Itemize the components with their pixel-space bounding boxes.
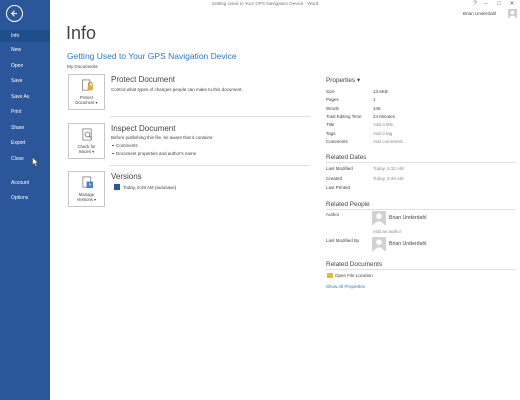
divider xyxy=(326,162,516,163)
lock-icon xyxy=(82,79,93,91)
version-entry[interactable]: Today, 9:49 AM (autosave) xyxy=(114,184,176,190)
folder-icon xyxy=(327,273,333,278)
back-button[interactable] xyxy=(6,5,23,22)
prop-value-size: 13.6KB xyxy=(373,89,388,94)
person-icon xyxy=(508,10,517,18)
close-window-button[interactable]: ✕ xyxy=(507,0,517,8)
prop-label-editing-time: Total Editing Time xyxy=(326,114,362,119)
properties-dropdown[interactable]: Properties ▾ xyxy=(326,76,360,84)
page-title: Info xyxy=(66,23,97,43)
prop-label-tags: Tags xyxy=(326,131,336,136)
inspect-document-heading: Inspect Document xyxy=(111,124,176,133)
maximize-button[interactable]: □ xyxy=(494,0,504,8)
prop-label-words: Words xyxy=(326,106,339,111)
nav-item-account[interactable]: Account xyxy=(0,177,50,189)
modified-by-name[interactable]: Brian Underdahl xyxy=(389,241,427,247)
nav-item-save-as[interactable]: Save As xyxy=(0,91,50,103)
backstage-nav: Info New Open Save Save As Print Share E… xyxy=(0,0,50,400)
protect-document-label: Protect Document ▾ xyxy=(75,95,98,105)
minimize-button[interactable]: – xyxy=(481,0,491,8)
divider xyxy=(326,209,516,210)
back-arrow-icon xyxy=(11,10,18,17)
document-title: Getting Used to Your GPS Navigation Devi… xyxy=(67,51,237,61)
prop-label-size: Size xyxy=(326,89,335,94)
add-author-field[interactable]: Add an author xyxy=(373,229,401,234)
nav-item-new[interactable]: New xyxy=(0,44,50,56)
check-for-issues-label: Check for Issues ▾ xyxy=(77,144,96,154)
prop-label-comments: Comments xyxy=(326,139,348,144)
nav-item-open[interactable]: Open xyxy=(0,60,50,72)
open-file-location-link[interactable]: Open File Location xyxy=(335,273,373,278)
show-all-properties-link[interactable]: Show All Properties xyxy=(326,284,365,289)
related-documents-heading: Related Documents xyxy=(326,261,383,268)
inspect-document-icon xyxy=(82,128,93,141)
versions-icon xyxy=(82,176,94,189)
prop-title-field[interactable]: Add a title xyxy=(373,122,393,127)
inspect-item-properties: Document properties and author's name xyxy=(111,151,197,156)
author-label: Author xyxy=(326,212,340,217)
author-name[interactable]: Brian Underdahl xyxy=(389,215,427,221)
modified-by-avatar xyxy=(372,237,386,251)
help-button[interactable]: ? xyxy=(470,0,480,8)
prop-value-editing-time: 24 Minutes xyxy=(373,114,396,119)
related-dates-heading: Related Dates xyxy=(326,154,367,161)
manage-versions-button[interactable]: Manage Versions ▾ xyxy=(68,171,105,207)
versions-heading: Versions xyxy=(111,172,142,181)
nav-item-share[interactable]: Share xyxy=(0,122,50,134)
divider xyxy=(326,269,516,270)
protect-document-description: Control what types of changes people can… xyxy=(111,87,243,92)
person-icon xyxy=(373,213,385,225)
nav-item-print[interactable]: Print xyxy=(0,106,50,118)
prop-label-title: Title xyxy=(326,122,335,127)
inspect-item-comments: Comments xyxy=(112,143,138,148)
user-avatar[interactable] xyxy=(508,9,517,18)
prop-comments-field[interactable]: Add comments xyxy=(373,139,403,144)
date-label-created: Created xyxy=(326,176,343,181)
prop-label-pages: Pages xyxy=(326,97,339,102)
nav-item-info[interactable]: Info xyxy=(0,30,50,42)
nav-item-export[interactable]: Export xyxy=(0,137,50,149)
check-for-issues-button[interactable]: Check for Issues ▾ xyxy=(68,123,105,159)
prop-tags-field[interactable]: Add a tag xyxy=(373,131,392,136)
last-modified-by-label: Last Modified By xyxy=(326,238,360,243)
date-label-last-modified: Last Modified xyxy=(326,166,353,171)
protect-document-heading: Protect Document xyxy=(111,75,176,84)
nav-item-save[interactable]: Save xyxy=(0,75,50,87)
window-title: Getting Used to Your GPS Navigation Devi… xyxy=(211,1,319,6)
manage-versions-label: Manage Versions ▾ xyxy=(76,192,97,202)
protect-document-button[interactable]: Protect Document ▾ xyxy=(68,74,105,110)
inspect-document-description: Before publishing this file, be aware th… xyxy=(111,135,214,140)
divider xyxy=(110,116,310,117)
nav-item-options[interactable]: Options xyxy=(0,192,50,204)
account-user-name[interactable]: Brian Underdahl xyxy=(463,11,496,16)
date-label-last-printed: Last Printed xyxy=(326,185,351,190)
divider xyxy=(110,165,310,166)
author-avatar xyxy=(372,211,386,225)
word-document-icon xyxy=(114,184,120,190)
document-location: My Documents xyxy=(67,64,98,69)
nav-item-close[interactable]: Close xyxy=(0,153,50,165)
person-icon xyxy=(373,239,385,251)
related-people-heading: Related People xyxy=(326,201,370,208)
prop-value-pages: 1 xyxy=(373,97,376,102)
prop-value-words: 446 xyxy=(373,106,381,111)
mouse-cursor-icon xyxy=(32,157,39,167)
date-value-created: Today, 9:26 AM xyxy=(373,176,404,181)
date-value-last-modified: Today, 9:32 AM xyxy=(373,166,404,171)
